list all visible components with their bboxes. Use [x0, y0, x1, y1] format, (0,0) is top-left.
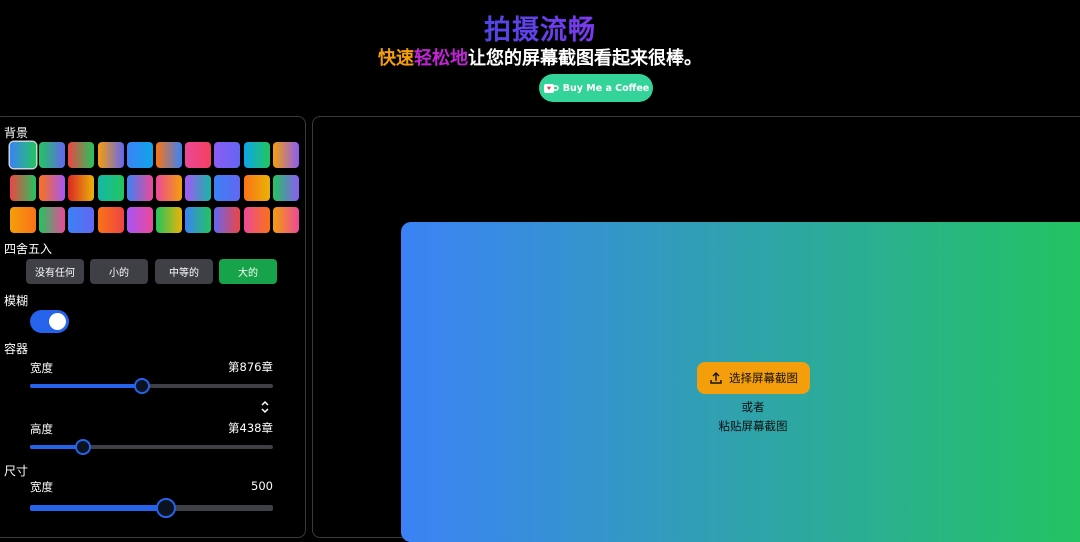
size-width-slider[interactable]	[30, 498, 273, 518]
container-width-slider[interactable]	[30, 378, 273, 394]
size-label: 尺寸	[4, 464, 29, 478]
size-width-value: 500	[251, 479, 273, 493]
background-swatch[interactable]	[185, 174, 212, 201]
background-swatch[interactable]	[214, 207, 241, 233]
background-swatch[interactable]	[68, 142, 95, 168]
background-swatch[interactable]	[185, 207, 212, 233]
blur-toggle[interactable]	[30, 310, 69, 333]
coffee-cup-icon	[543, 83, 559, 93]
background-swatch[interactable]	[156, 174, 182, 201]
size-width-label: 宽度	[30, 480, 53, 494]
slider-thumb[interactable]	[133, 378, 150, 394]
background-swatch[interactable]	[10, 142, 36, 168]
background-swatch[interactable]	[10, 174, 36, 201]
blur-label: 模糊	[4, 294, 29, 308]
background-swatch[interactable]	[214, 174, 241, 201]
background-swatch[interactable]	[97, 207, 124, 233]
background-swatch[interactable]	[126, 174, 153, 201]
chevron-updown-icon[interactable]	[259, 400, 271, 414]
background-swatch[interactable]	[10, 207, 36, 233]
background-swatch[interactable]	[214, 142, 241, 168]
container-width-value: 第876章	[228, 360, 273, 374]
background-swatch[interactable]	[39, 207, 66, 233]
background-swatch[interactable]	[185, 142, 212, 168]
rounding-large-button[interactable]: 大的	[219, 259, 277, 284]
paste-screenshot-text: 粘贴屏幕截图	[718, 419, 788, 433]
background-swatch[interactable]	[97, 142, 124, 168]
background-swatch[interactable]	[126, 207, 153, 233]
rounding-medium-button[interactable]: 中等的	[155, 259, 213, 284]
background-swatch[interactable]	[156, 142, 182, 168]
background-swatch[interactable]	[272, 142, 299, 168]
container-height-slider[interactable]	[30, 439, 273, 455]
background-swatch[interactable]	[272, 174, 299, 201]
background-swatch[interactable]	[272, 207, 299, 233]
buy-me-a-coffee-button[interactable]: Buy Me a Coffee	[539, 74, 653, 102]
background-swatch[interactable]	[97, 174, 124, 201]
or-text: 或者	[741, 400, 765, 414]
upload-icon	[710, 372, 722, 384]
container-height-value: 第438章	[228, 421, 273, 435]
background-swatch[interactable]	[243, 174, 270, 201]
background-swatch[interactable]	[243, 142, 270, 168]
background-swatch[interactable]	[126, 142, 153, 168]
background-label: 背景	[4, 126, 29, 140]
background-swatch[interactable]	[68, 207, 95, 233]
background-swatch[interactable]	[39, 142, 66, 168]
container-width-label: 宽度	[30, 361, 53, 375]
background-swatch[interactable]	[39, 174, 66, 201]
upload-label: 选择屏幕截图	[729, 371, 798, 385]
background-swatch[interactable]	[68, 174, 95, 201]
rounding-label: 四舍五入	[4, 242, 53, 256]
background-swatch[interactable]	[156, 207, 182, 233]
page-subtitle: 快速轻松地让您的屏幕截图看起来很棒。	[0, 44, 1080, 70]
container-label: 容器	[4, 342, 29, 356]
rounding-none-button[interactable]: 没有任何	[26, 259, 84, 284]
slider-fill	[30, 505, 167, 511]
slider-thumb[interactable]	[156, 498, 177, 518]
subtitle-part-easy: 轻松地	[414, 48, 468, 69]
subtitle-part-fast: 快速	[378, 48, 414, 69]
background-swatch[interactable]	[243, 207, 270, 233]
title-text: 拍摄流畅	[484, 15, 596, 46]
slider-fill	[30, 384, 142, 388]
subtitle-part-rest: 让您的屏幕截图看起来很棒。	[468, 48, 702, 69]
coffee-label: Buy Me a Coffee	[562, 82, 650, 94]
choose-screenshot-button[interactable]: 选择屏幕截图	[697, 362, 810, 394]
page-title: 拍摄流畅	[0, 8, 1080, 47]
toggle-knob	[49, 313, 66, 330]
rounding-small-button[interactable]: 小的	[90, 259, 148, 284]
container-height-label: 高度	[30, 422, 53, 436]
